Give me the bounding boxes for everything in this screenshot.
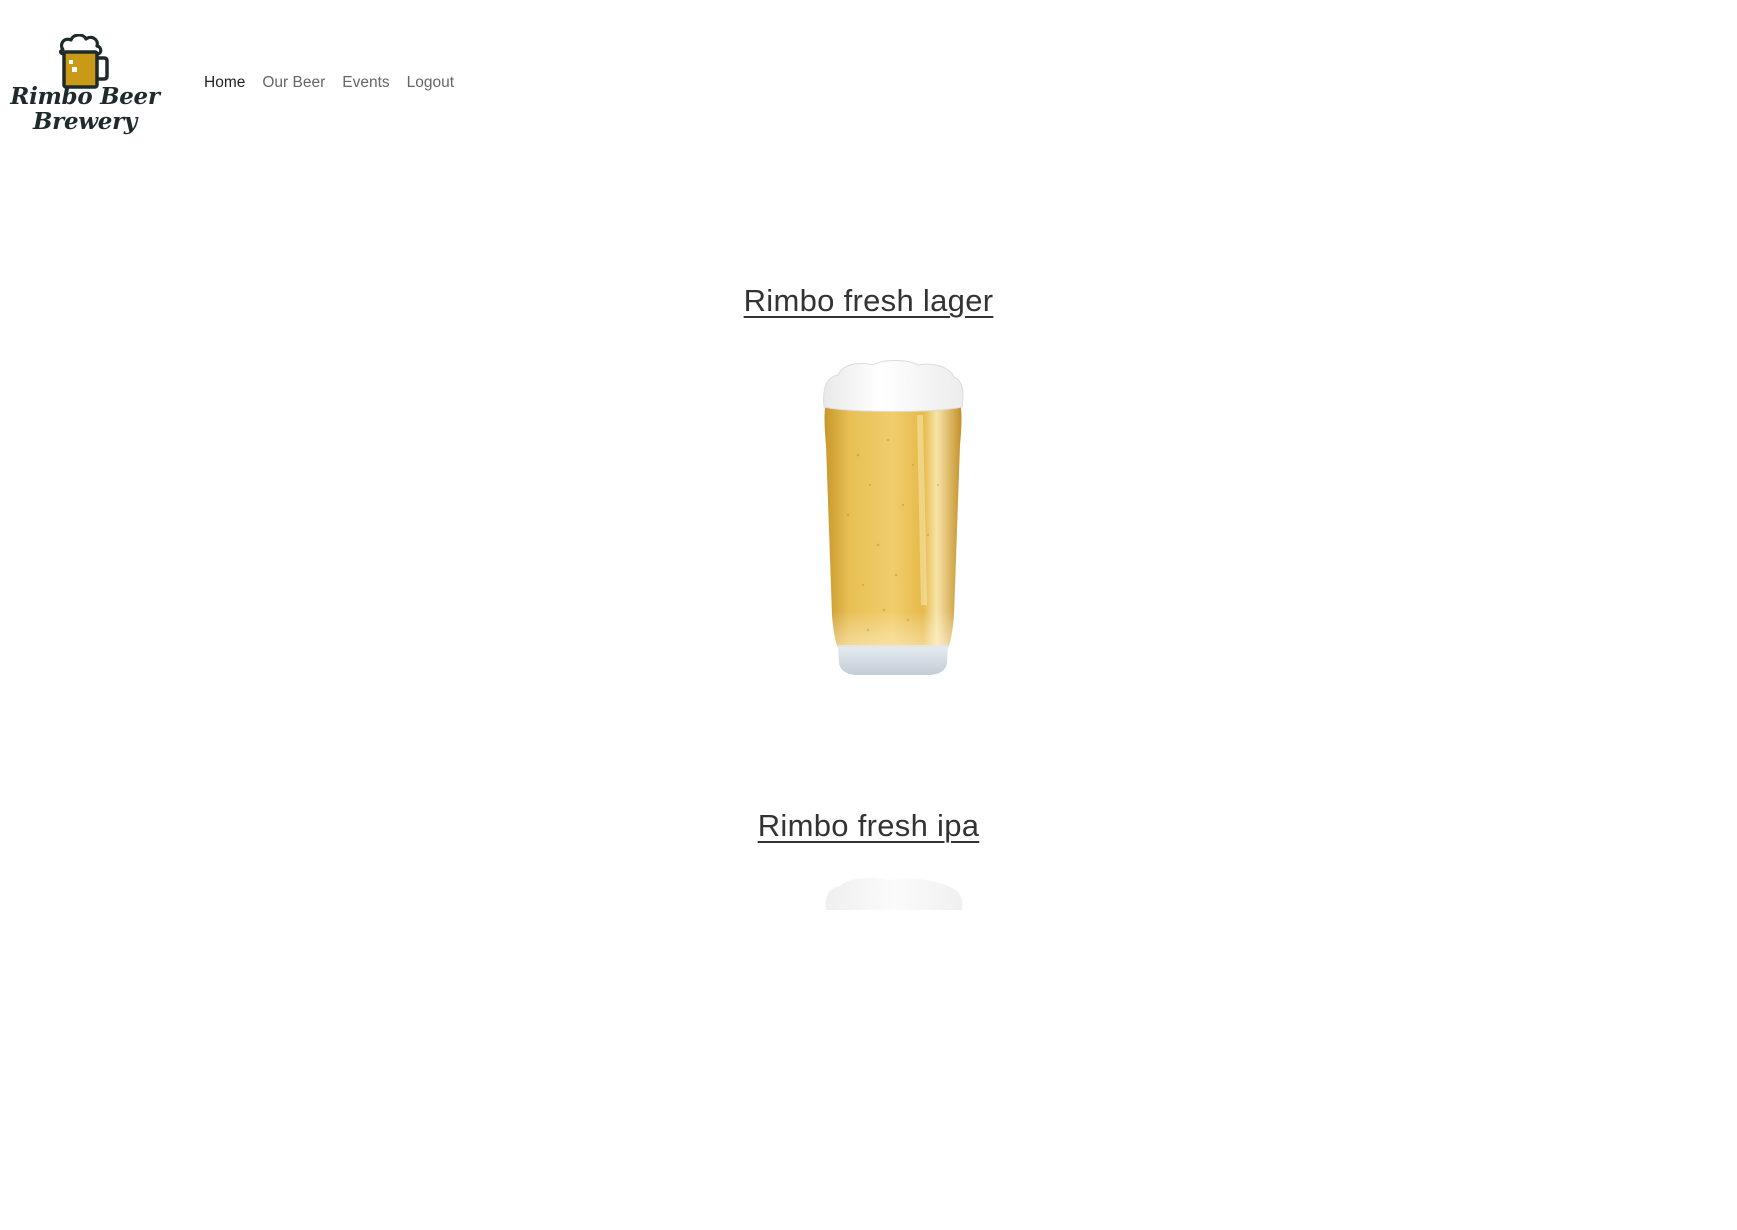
brand-name-line1: Rimbo Beer bbox=[10, 83, 160, 110]
brand-logo[interactable]: Rimbo Beer Brewery bbox=[0, 28, 170, 143]
nav-item-home[interactable]: Home bbox=[204, 74, 245, 92]
beer-image-ipa[interactable] bbox=[818, 870, 968, 1230]
nav-item-our-beer[interactable]: Our Beer bbox=[262, 74, 325, 92]
brand-name: Rimbo Beer Brewery bbox=[0, 84, 170, 134]
nav-item-logout[interactable]: Logout bbox=[407, 74, 454, 92]
beer-image-lager[interactable] bbox=[818, 345, 968, 705]
beer-glass-image bbox=[825, 878, 963, 910]
brand-name-line2: Brewery bbox=[32, 108, 137, 135]
beer-card-ipa: Rimbo fresh ipa bbox=[0, 808, 1737, 844]
site-header: Rimbo Beer Brewery Home Our Beer Events … bbox=[0, 0, 1737, 170]
beer-glass-image bbox=[823, 360, 964, 675]
nav-item-events[interactable]: Events bbox=[342, 74, 389, 92]
beer-mug-icon bbox=[58, 34, 109, 89]
beer-card-lager: Rimbo fresh lager bbox=[0, 283, 1737, 319]
beer-title-link[interactable]: Rimbo fresh ipa bbox=[758, 808, 980, 844]
beer-title-link[interactable]: Rimbo fresh lager bbox=[744, 283, 994, 319]
main-nav: Home Our Beer Events Logout bbox=[204, 74, 471, 92]
